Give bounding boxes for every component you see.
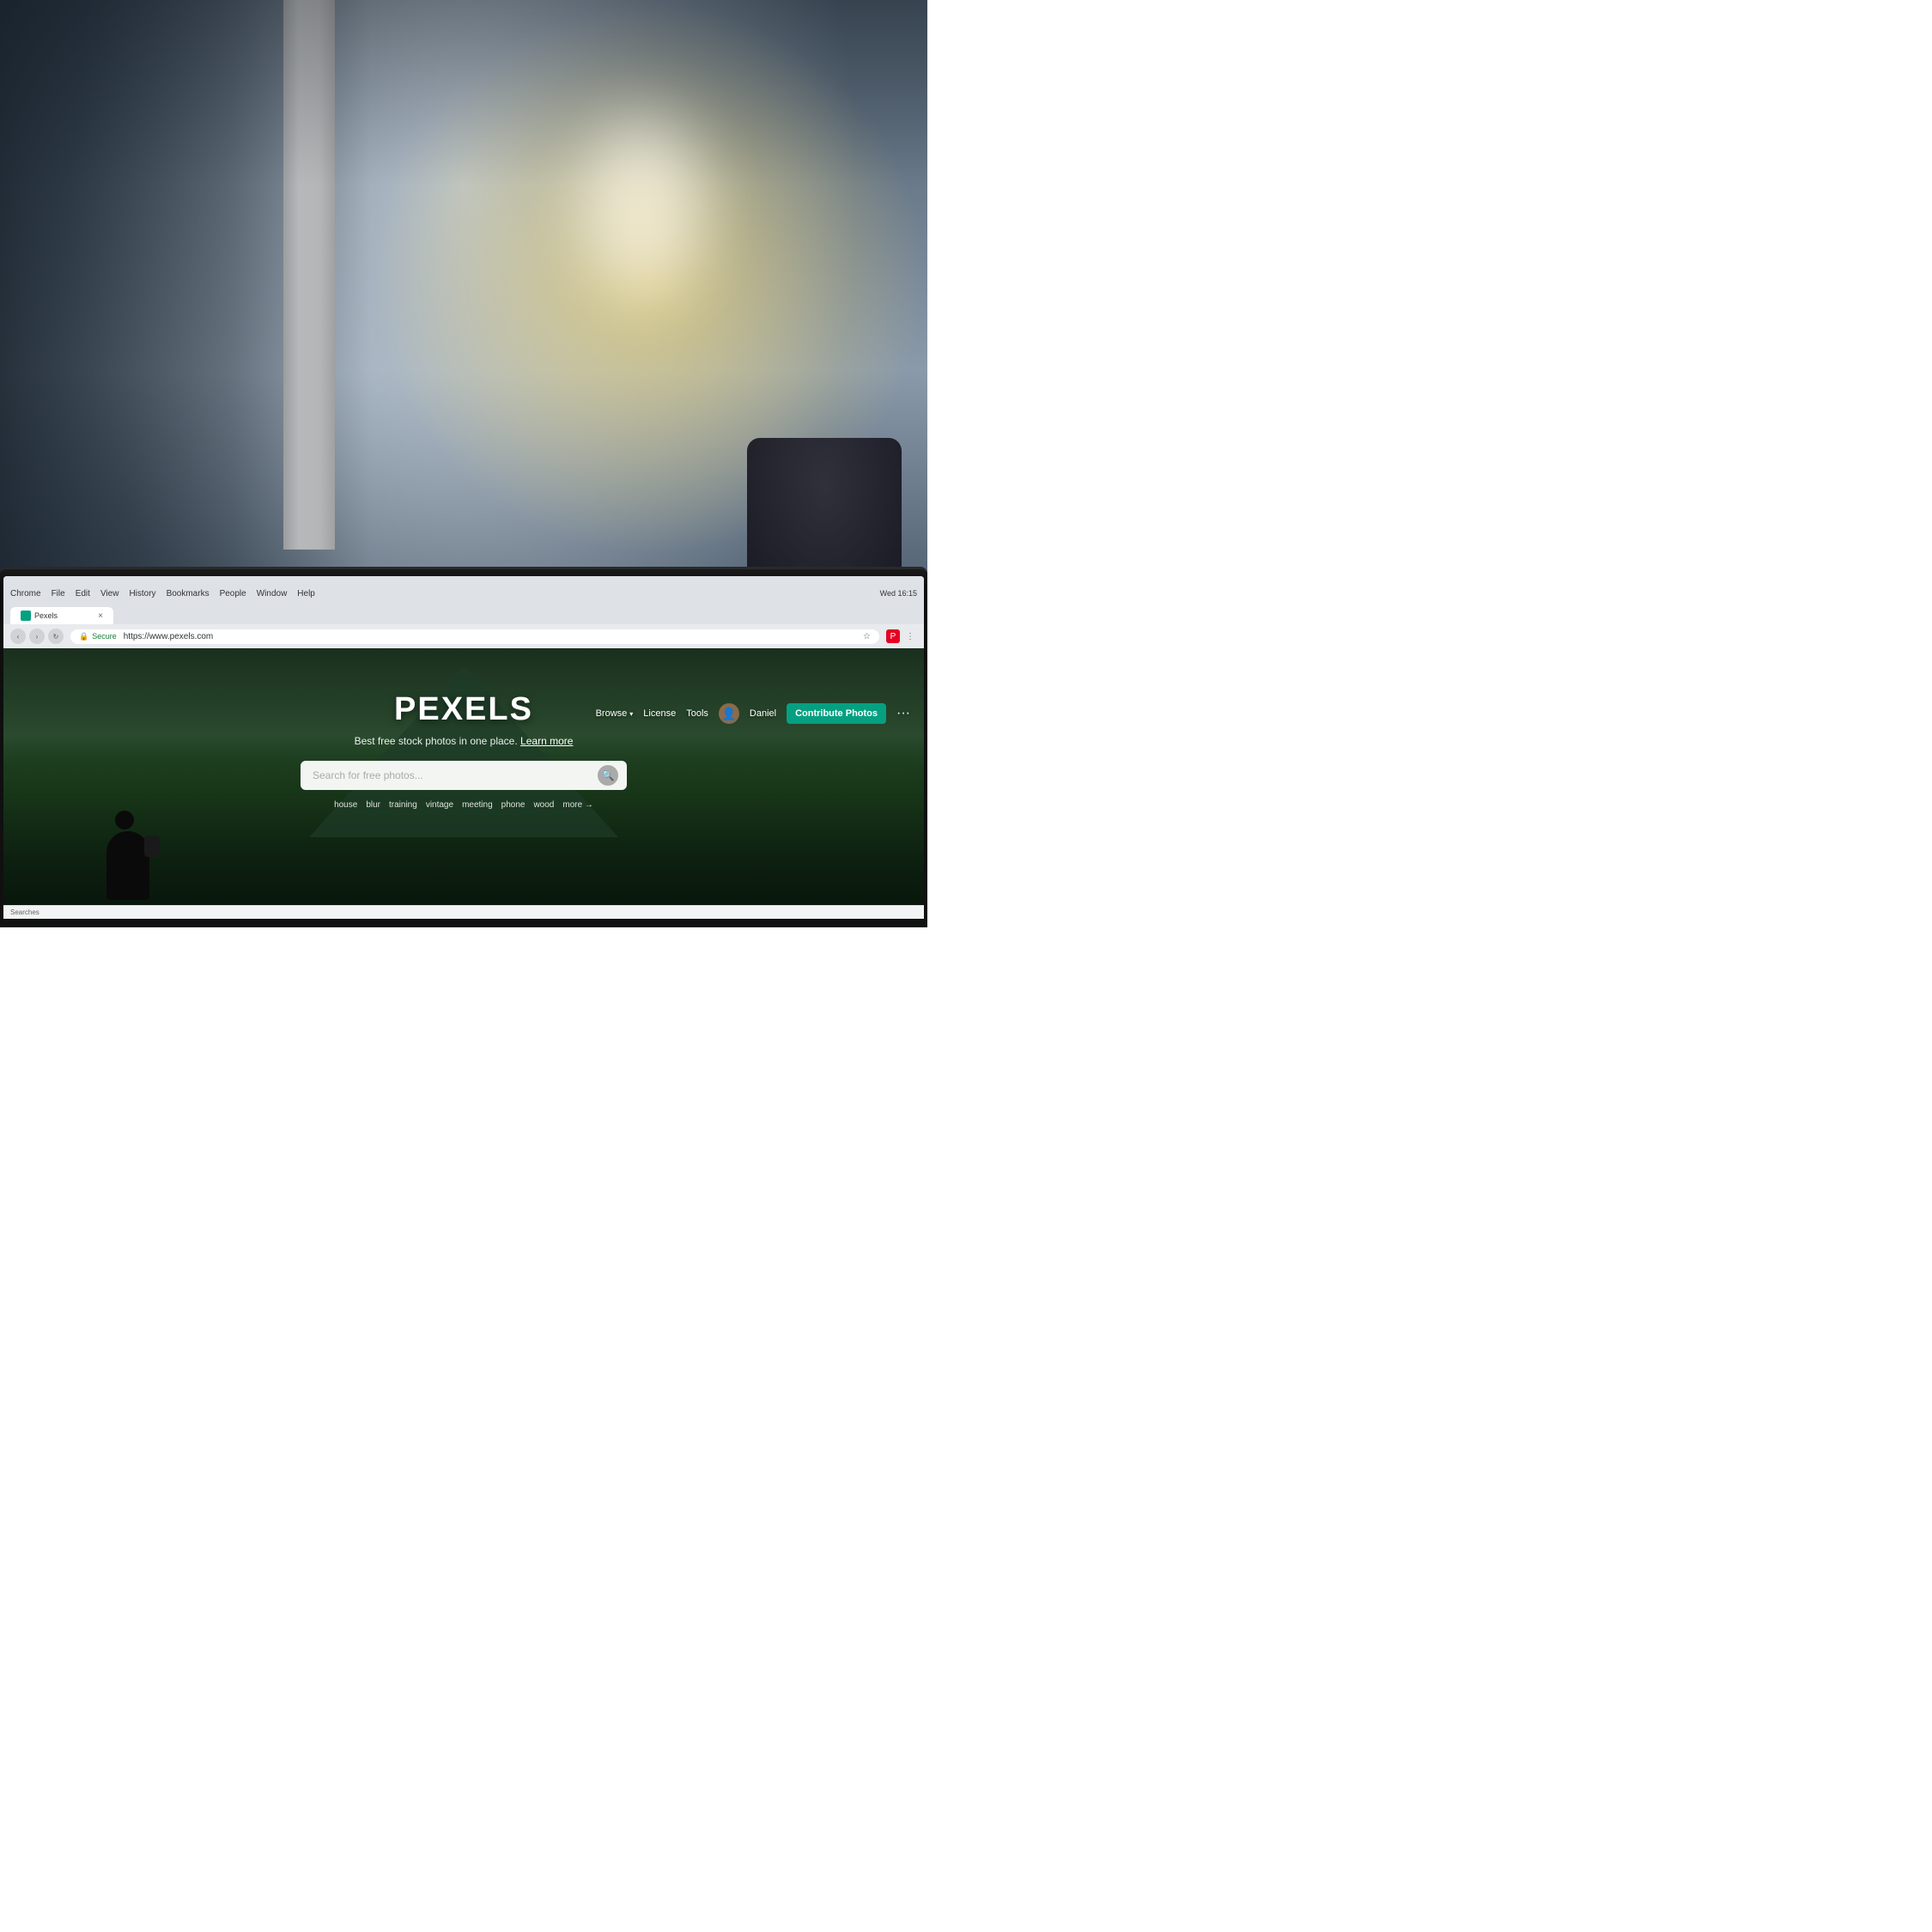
menu-people[interactable]: People	[220, 589, 246, 598]
suggestion-blur[interactable]: blur	[366, 800, 380, 810]
bookmark-icon[interactable]: ☆	[863, 632, 871, 641]
person-backpack	[144, 835, 160, 857]
monitor-bezel: Chrome File Edit View History Bookmarks …	[0, 567, 927, 927]
menu-history[interactable]: History	[129, 589, 155, 598]
system-icons: Wed 16:15	[880, 589, 917, 598]
suggestion-more[interactable]: more →	[562, 800, 593, 810]
suggestion-vintage[interactable]: vintage	[426, 800, 453, 810]
address-url: https://www.pexels.com	[124, 632, 213, 641]
tab-bar: Pexels ×	[10, 607, 917, 624]
suggestion-house[interactable]: house	[334, 800, 357, 810]
browser-chrome: Chrome File Edit View History Bookmarks …	[3, 576, 924, 624]
browser-tab-pexels[interactable]: Pexels ×	[10, 607, 113, 624]
nav-username[interactable]: Daniel	[750, 708, 776, 719]
search-bar[interactable]: Search for free photos...	[301, 761, 627, 790]
secure-icon: 🔒	[79, 632, 88, 641]
window-light	[556, 86, 728, 326]
system-time: Wed 16:15	[880, 589, 917, 598]
tab-title: Pexels	[34, 611, 58, 620]
secure-label: Secure	[92, 632, 117, 641]
nav-browse[interactable]: Browse ▾	[596, 708, 634, 719]
nav-tools[interactable]: Tools	[686, 708, 708, 719]
ext-pinterest[interactable]: P	[886, 629, 900, 643]
search-placeholder: Search for free photos...	[313, 769, 423, 781]
ext-chrome-more[interactable]: ⋮	[903, 629, 917, 643]
suggestion-meeting[interactable]: meeting	[462, 800, 493, 810]
person-head	[115, 811, 134, 829]
search-container: Search for free photos... 🔍	[301, 761, 627, 790]
person-body	[106, 831, 149, 900]
monitor-screen: Chrome File Edit View History Bookmarks …	[3, 576, 924, 919]
suggestion-phone[interactable]: phone	[501, 800, 526, 810]
pexels-tagline: Best free stock photos in one place. Lea…	[355, 735, 574, 747]
nav-buttons: ‹ › ↻	[10, 629, 64, 644]
status-text: Searches	[10, 908, 39, 916]
menu-chrome[interactable]: Chrome	[10, 589, 41, 598]
menu-bookmarks[interactable]: Bookmarks	[167, 589, 210, 598]
address-bar[interactable]: 🔒 Secure https://www.pexels.com ☆	[70, 629, 879, 644]
user-avatar: 👤	[719, 703, 739, 724]
tab-close-button[interactable]: ×	[98, 611, 103, 621]
status-bar: Searches	[3, 905, 924, 919]
toolbar-extensions: P ⋮	[886, 629, 917, 643]
nav-more-button[interactable]: ···	[896, 706, 910, 721]
chevron-down-icon: ▾	[629, 710, 633, 718]
menu-view[interactable]: View	[100, 589, 119, 598]
tab-favicon	[21, 611, 31, 621]
hero-person-silhouette	[106, 831, 149, 900]
pexels-hero: Browse ▾ License Tools 👤 Daniel Contribu…	[3, 648, 924, 919]
nav-license[interactable]: License	[643, 708, 676, 719]
address-bar-row: ‹ › ↻ 🔒 Secure https://www.pexels.com ☆ …	[3, 624, 924, 648]
browser-menu: Chrome File Edit View History Bookmarks …	[10, 589, 315, 598]
search-icon[interactable]: 🔍	[598, 765, 618, 786]
contribute-photos-button[interactable]: Contribute Photos	[787, 703, 886, 724]
pexels-website: Browse ▾ License Tools 👤 Daniel Contribu…	[3, 648, 924, 919]
pexels-nav: Browse ▾ License Tools 👤 Daniel Contribu…	[3, 696, 924, 731]
menu-help[interactable]: Help	[297, 589, 315, 598]
address-bar-icons: ☆	[863, 632, 871, 641]
search-suggestions: house blur training vintage meeting phon…	[334, 800, 593, 810]
suggestion-wood[interactable]: wood	[533, 800, 554, 810]
refresh-button[interactable]: ↻	[48, 629, 64, 644]
forward-button[interactable]: ›	[29, 629, 45, 644]
menu-file[interactable]: File	[52, 589, 65, 598]
suggestion-training[interactable]: training	[389, 800, 417, 810]
learn-more-link[interactable]: Learn more	[520, 735, 573, 747]
menu-edit[interactable]: Edit	[76, 589, 90, 598]
back-button[interactable]: ‹	[10, 629, 26, 644]
menu-window[interactable]: Window	[257, 589, 288, 598]
browser-top-bar: Chrome File Edit View History Bookmarks …	[10, 581, 917, 605]
monitor: Chrome File Edit View History Bookmarks …	[0, 567, 927, 927]
